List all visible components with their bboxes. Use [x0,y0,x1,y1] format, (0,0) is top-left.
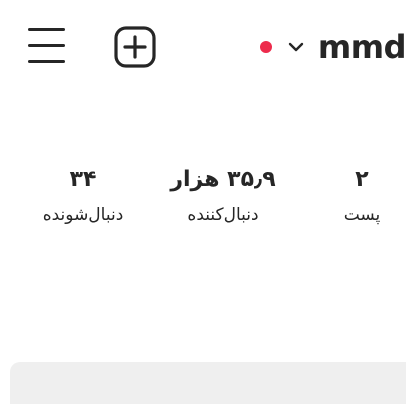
menu-button[interactable] [22,22,70,70]
followers-stat[interactable]: ۳۵٫۹ هزار دنبال‌کننده [158,160,288,230]
plus-square-icon [114,26,156,68]
posts-label: پست [343,205,381,225]
hamburger-menu-icon [28,28,65,31]
following-stat[interactable]: ۳۴ دنبال‌شونده [20,160,146,230]
hamburger-menu-icon-bar [28,44,65,47]
notification-dot [259,41,272,53]
followers-count: ۳۵٫۹ هزار [170,167,276,192]
posts-count: ۲ [355,167,369,192]
followers-label: دنبال‌کننده [187,205,259,225]
account-switcher[interactable]: mmd [259,22,406,72]
create-post-button[interactable] [110,22,160,72]
profile-stats: ۲ پست ۳۵٫۹ هزار دنبال‌کننده ۳۴ دنبال‌شون… [0,160,406,240]
chevron-down-icon [288,41,304,53]
username: mmd [317,28,406,66]
following-count: ۳۴ [69,167,97,192]
top-bar: mmd [0,0,406,92]
edit-profile-button[interactable] [10,362,406,404]
hamburger-menu-icon-bar [28,60,65,63]
following-label: دنبال‌شونده [42,205,124,225]
posts-stat[interactable]: ۲ پست [322,160,402,230]
